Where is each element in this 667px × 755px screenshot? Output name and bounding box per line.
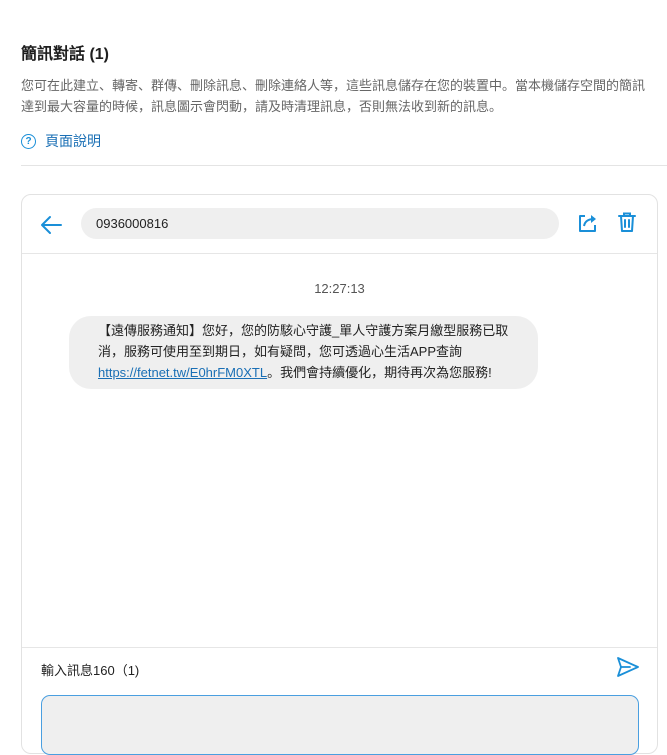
message-text-end: 。我們會持續優化，期待再次為您服務! [267, 365, 492, 380]
share-button[interactable] [577, 212, 599, 234]
send-button[interactable] [616, 656, 640, 678]
message-text: 【遠傳服務通知】您好，您的防駭心守護_單人守護方案月繳型服務已取消，服務可使用至… [98, 323, 509, 359]
divider [21, 165, 667, 166]
composer-bar: 輸入訊息160（1) [22, 647, 657, 688]
message-link[interactable]: https://fetnet.tw/E0hrFM0XTL [98, 365, 267, 380]
message-timestamp: 12:27:13 [314, 281, 365, 296]
back-button[interactable] [39, 214, 63, 236]
share-icon [579, 215, 596, 232]
arrow-left-icon [41, 216, 62, 234]
help-link[interactable]: ? 頁面說明 [21, 131, 101, 151]
message-bubble: 【遠傳服務通知】您好，您的防駭心守護_單人守護方案月繳型服務已取消，服務可使用至… [69, 316, 538, 389]
delete-button[interactable] [617, 211, 637, 233]
page-description: 您可在此建立、轉寄、群傳、刪除訊息、刪除連絡人等，這些訊息儲存在您的裝置中。當本… [21, 78, 646, 114]
phone-number-field[interactable]: 0936000816 [81, 208, 559, 239]
trash-icon [618, 212, 636, 232]
chat-toolbar: 0936000816 [22, 195, 657, 254]
chat-panel: 0936000816 12:27:13 【遠傳服務通知】您好，您的防駭心守護_單… [21, 194, 658, 755]
page-title: 簡訊對話 (1) [21, 46, 110, 63]
send-icon [617, 657, 639, 677]
help-link-label: 頁面說明 [45, 133, 101, 149]
page-header: 簡訊對話 (1) 您可在此建立、轉寄、群傳、刪除訊息、刪除連絡人等，這些訊息儲存… [21, 44, 667, 117]
message-input[interactable] [41, 695, 639, 755]
composer-label: 輸入訊息160（1) [41, 663, 140, 678]
question-circle-icon: ? [21, 133, 36, 149]
